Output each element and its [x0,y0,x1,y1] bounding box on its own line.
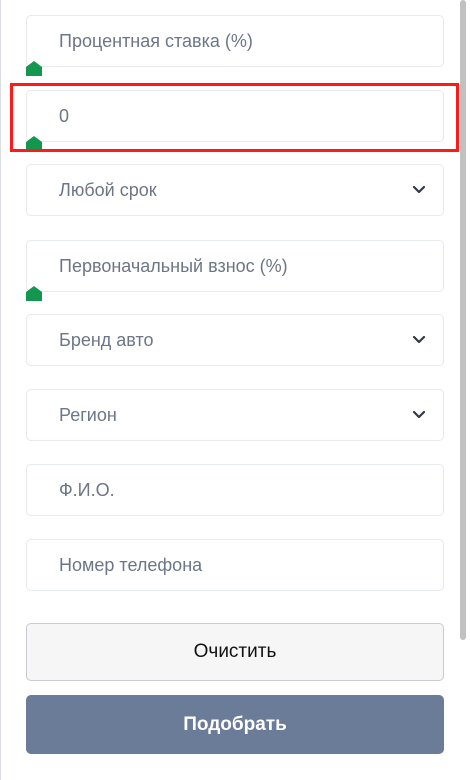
home-marker-icon [26,286,42,301]
submit-button-label: Подобрать [183,713,287,735]
brand-select-value: Бренд авто [59,329,154,350]
home-marker-icon [26,61,42,76]
clear-button-label: Очистить [193,641,277,662]
term-select-value: Любой срок [59,179,157,200]
phone-placeholder: Номер телефона [59,554,203,575]
brand-select[interactable]: Бренд авто [26,314,444,366]
chevron-down-icon [413,186,425,194]
full-name-field[interactable]: Ф.И.О. [26,464,444,516]
submit-button[interactable]: Подобрать [26,695,444,754]
down-payment-placeholder: Первоначальный взнос (%) [59,255,288,276]
interest-rate-placeholder: Процентная ставка (%) [59,30,253,51]
region-select-value: Регион [59,404,117,425]
term-select[interactable]: Любой срок [26,164,444,216]
phone-field[interactable]: Номер телефона [26,539,444,591]
page-left-border [0,0,1,780]
selection-highlight [10,83,459,152]
interest-rate-field[interactable]: Процентная ставка (%) [26,15,444,67]
region-select[interactable]: Регион [26,389,444,441]
scrollbar[interactable] [460,0,466,640]
clear-button[interactable]: Очистить [26,623,444,681]
chevron-down-icon [413,411,425,419]
chevron-down-icon [413,336,425,344]
full-name-placeholder: Ф.И.О. [59,479,115,500]
down-payment-field[interactable]: Первоначальный взнос (%) [26,240,444,292]
